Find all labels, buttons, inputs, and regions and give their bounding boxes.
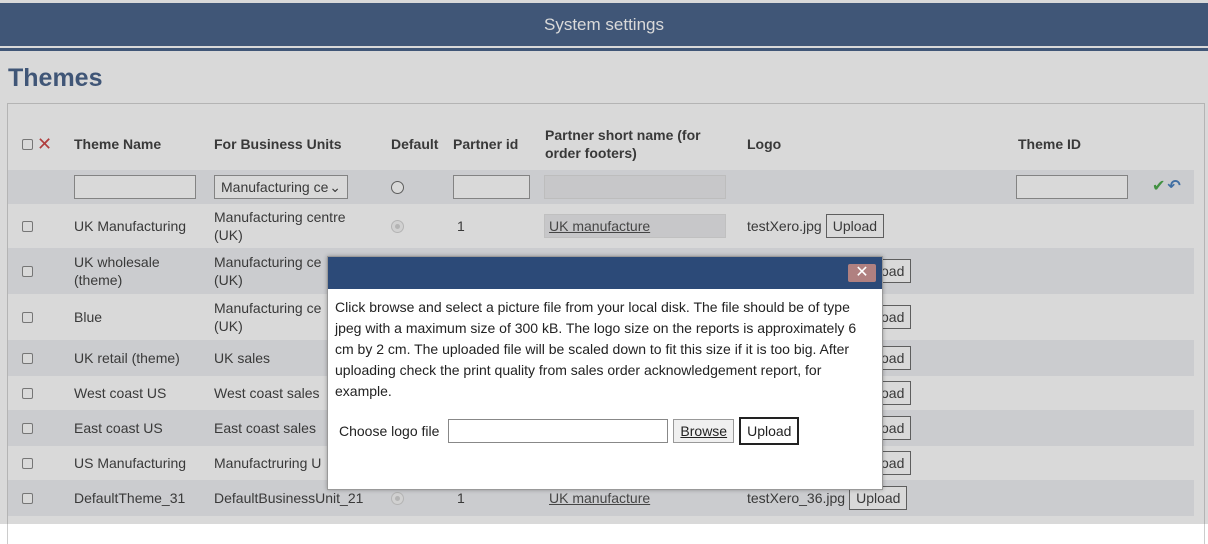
upload-form: Choose logo file Browse Upload: [339, 417, 800, 445]
browse-button[interactable]: Browse: [673, 419, 735, 443]
logo-file-input[interactable]: [448, 419, 669, 443]
dialog-message: Click browse and select a picture file f…: [335, 299, 857, 399]
upload-button[interactable]: Upload: [739, 417, 800, 445]
dialog-titlebar: ✕: [328, 257, 882, 289]
upload-logo-dialog: ✕ Click browse and select a picture file…: [327, 256, 883, 490]
close-icon[interactable]: ✕: [848, 264, 876, 282]
file-label: Choose logo file: [339, 423, 440, 439]
